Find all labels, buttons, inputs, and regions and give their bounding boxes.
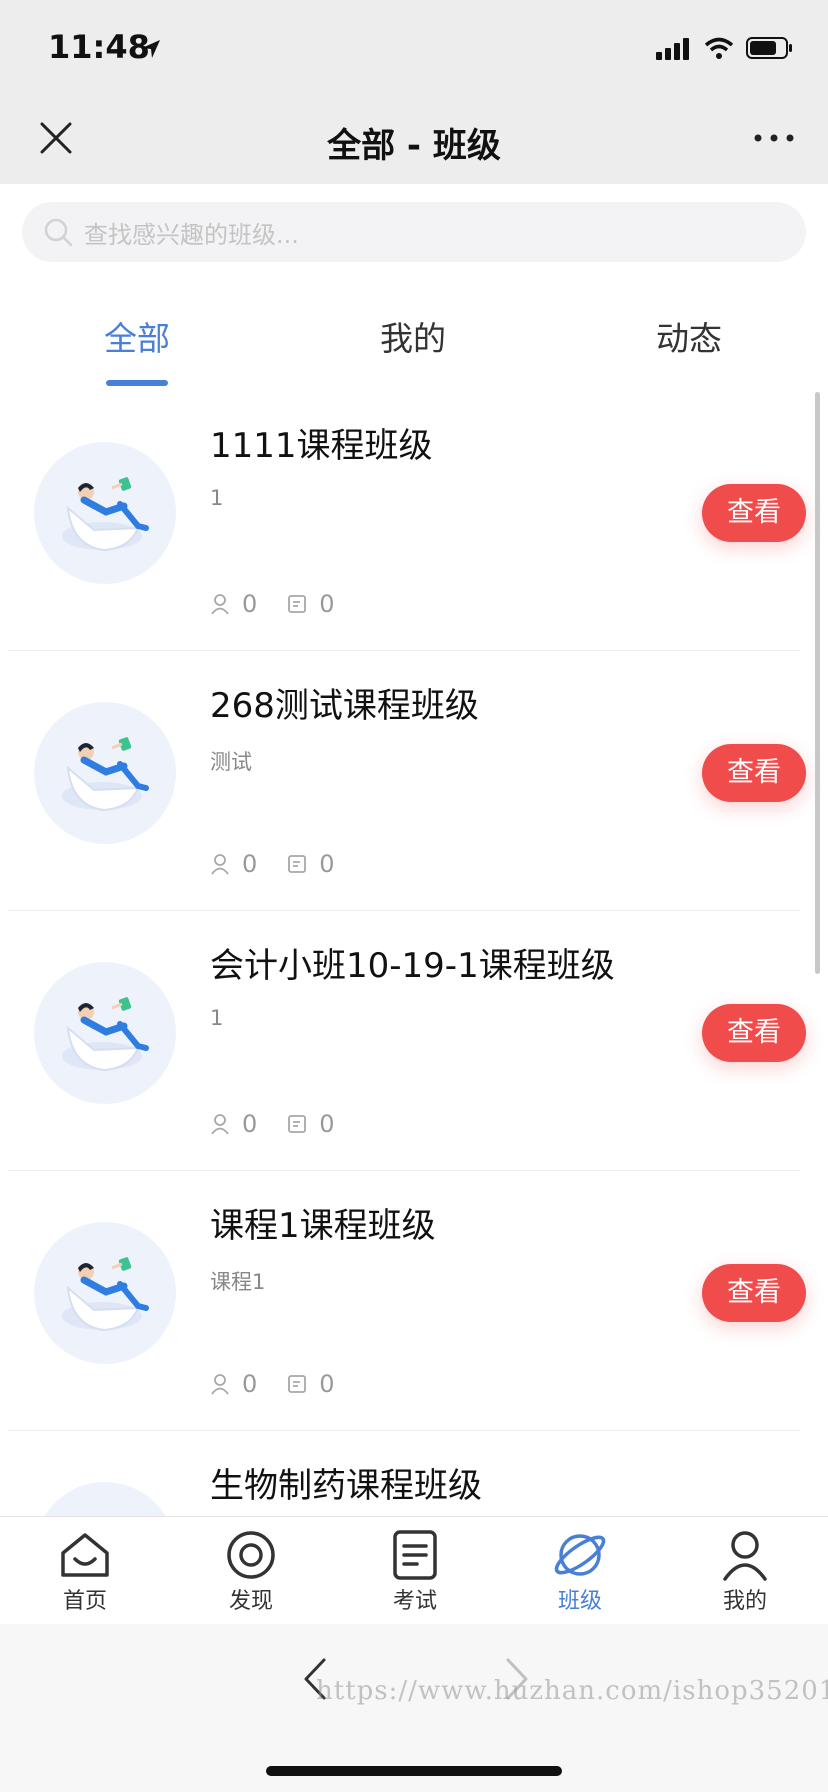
class-title: 1111课程班级	[210, 426, 433, 466]
member-count-value: 0	[242, 850, 258, 878]
view-button[interactable]: 查看	[702, 744, 806, 802]
home-indicator[interactable]	[266, 1766, 562, 1776]
active-tab-indicator	[106, 380, 168, 386]
search-icon	[44, 218, 73, 247]
discover-icon	[227, 1531, 275, 1579]
class-list: 1111课程班级 1 0 0 查看 268测试课程班级 测试 0 0 查看 会计…	[0, 390, 828, 1516]
tabbar-label: 班级	[557, 1589, 602, 1614]
class-row[interactable]: 课程1课程班级 课程1 0 0 查看	[8, 1170, 806, 1431]
class-stats: 0 0	[210, 1110, 365, 1138]
class-stats: 0 0	[210, 850, 365, 878]
watermark: https://www.huzhan.com/ishop35201	[316, 1676, 828, 1706]
wifi-icon	[704, 37, 734, 59]
class-title: 课程1课程班级	[210, 1206, 436, 1246]
member-count: 0	[210, 1370, 257, 1398]
tabbar-item-discover[interactable]: 发现	[196, 1529, 306, 1615]
class-avatar	[34, 1222, 176, 1364]
person-icon	[211, 1114, 229, 1135]
class-description: 课程1	[210, 1270, 266, 1294]
reading-person-illustration-icon	[62, 737, 149, 812]
post-count: 0	[287, 850, 335, 878]
page-title: 全部 - 班级	[327, 126, 501, 166]
document-icon	[288, 855, 307, 873]
exam-icon	[393, 1530, 437, 1580]
class-row[interactable]: 268测试课程班级 测试 0 0 查看	[8, 650, 806, 911]
class-row[interactable]: 生物制药课程班级	[8, 1430, 800, 1516]
search-input[interactable]: 查找感兴趣的班级...	[22, 202, 806, 262]
class-title: 生物制药课程班级	[210, 1466, 482, 1506]
member-count: 0	[210, 1110, 257, 1138]
post-count-value: 0	[319, 850, 335, 878]
status-time: 11:48	[48, 28, 150, 66]
browser-toolbar	[0, 1624, 828, 1792]
member-count-value: 0	[242, 1110, 258, 1138]
status-icons	[656, 36, 794, 60]
reading-person-illustration-icon	[62, 1257, 149, 1332]
battery-icon	[746, 37, 792, 59]
tabbar-item-profile[interactable]: 我的	[690, 1529, 800, 1615]
tabbar-item-class[interactable]: 班级	[525, 1529, 635, 1615]
document-icon	[288, 1375, 307, 1393]
class-title: 会计小班10-19-1课程班级	[210, 946, 615, 986]
reading-person-illustration-icon	[62, 477, 149, 552]
nav-bar: 全部 - 班级	[0, 92, 828, 184]
post-count: 0	[287, 1110, 335, 1138]
class-description: 1	[210, 1006, 224, 1030]
class-avatar	[34, 442, 176, 584]
class-planet-icon	[554, 1534, 606, 1576]
post-count-value: 0	[319, 1370, 335, 1398]
person-icon	[211, 594, 229, 615]
tab-activity[interactable]: 动态	[656, 312, 722, 360]
list-scrollbar[interactable]	[815, 392, 820, 974]
tabbar-label: 首页	[62, 1589, 107, 1614]
location-arrow-icon	[142, 40, 160, 58]
tabbar-item-home[interactable]: 首页	[30, 1529, 140, 1615]
post-count: 0	[287, 1370, 335, 1398]
signal-icon	[656, 38, 689, 60]
member-count-value: 0	[242, 1370, 258, 1398]
tab-all[interactable]: 全部	[104, 312, 170, 360]
reading-person-illustration-icon	[62, 997, 149, 1072]
person-icon	[211, 1374, 229, 1395]
member-count: 0	[210, 850, 257, 878]
class-title: 268测试课程班级	[210, 686, 479, 726]
class-avatar	[34, 1482, 176, 1516]
post-count: 0	[287, 590, 335, 618]
class-description: 1	[210, 486, 224, 510]
bottom-tab-bar: 首页 发现 考试 班级 我的	[0, 1516, 828, 1625]
class-avatar	[34, 702, 176, 844]
tabbar-label: 发现	[228, 1589, 273, 1614]
view-button[interactable]: 查看	[702, 1264, 806, 1322]
view-button[interactable]: 查看	[702, 484, 806, 542]
member-count: 0	[210, 590, 257, 618]
member-count-value: 0	[242, 590, 258, 618]
class-description: 测试	[210, 750, 252, 774]
class-stats: 0 0	[210, 1370, 365, 1398]
document-icon	[288, 595, 307, 613]
tabbar-label: 考试	[392, 1589, 437, 1614]
class-stats: 0 0	[210, 590, 365, 618]
tab-bar: 全部 我的 动态	[0, 300, 828, 390]
post-count-value: 0	[319, 1110, 335, 1138]
post-count-value: 0	[319, 590, 335, 618]
document-icon	[288, 1115, 307, 1133]
view-button[interactable]: 查看	[702, 1004, 806, 1062]
profile-icon	[723, 1531, 767, 1581]
tabbar-item-exam[interactable]: 考试	[360, 1529, 470, 1615]
more-icon[interactable]	[752, 118, 796, 158]
tab-mine[interactable]: 我的	[380, 312, 446, 360]
class-row[interactable]: 1111课程班级 1 0 0 查看	[8, 390, 806, 651]
class-row[interactable]: 会计小班10-19-1课程班级 1 0 0 查看	[8, 910, 806, 1171]
search-placeholder: 查找感兴趣的班级...	[84, 221, 299, 249]
class-avatar	[34, 962, 176, 1104]
home-icon	[61, 1533, 109, 1577]
tabbar-label: 我的	[722, 1589, 767, 1614]
status-bar: 11:48	[0, 0, 828, 92]
person-icon	[211, 854, 229, 875]
